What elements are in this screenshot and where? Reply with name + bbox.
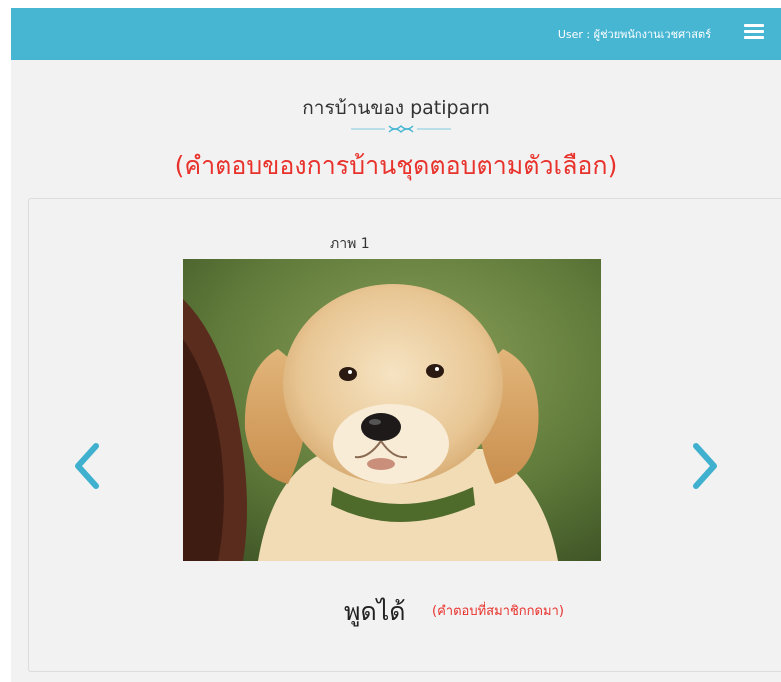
- image-caption: ภาพ 1: [330, 236, 370, 252]
- chevron-right-icon[interactable]: [684, 438, 724, 494]
- puppy-photo: [183, 259, 601, 561]
- top-navigation-bar: User : ผู้ช่วยพนักงานเวชศาสตร์: [11, 8, 781, 60]
- answer-set-subtitle: (คำตอบของการบ้านชุดตอบตามตัวเลือก): [174, 151, 618, 180]
- page-title: การบ้านของ patiparn: [302, 97, 490, 119]
- decorative-divider-icon: [351, 125, 451, 133]
- chevron-left-icon[interactable]: [68, 438, 108, 494]
- user-label: User : ผู้ช่วยพนักงานเวชศาสตร์: [557, 28, 711, 41]
- answer-note: (คำตอบที่สมาชิกกดมา): [432, 604, 564, 619]
- selected-answer: พูดได้: [344, 597, 406, 626]
- hamburger-menu-icon[interactable]: [744, 24, 764, 40]
